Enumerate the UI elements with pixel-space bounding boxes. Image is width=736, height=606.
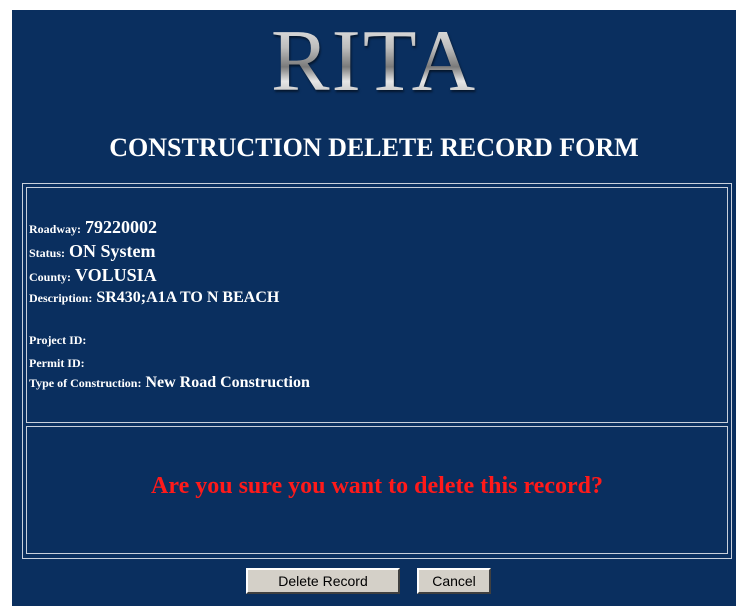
delete-record-button[interactable]: Delete Record	[246, 568, 400, 594]
status-row: Status: ON System	[29, 241, 156, 262]
construction-type-row: Type of Construction: New Road Construct…	[29, 374, 310, 392]
project-id-row: Project ID:	[29, 331, 86, 349]
description-value: SR430;A1A TO N BEACH	[96, 289, 280, 306]
permit-id-label: Permit ID:	[29, 356, 85, 370]
roadway-value: 79220002	[85, 217, 158, 237]
rita-logo: RITA	[12, 14, 736, 110]
delete-confirmation-message: Are you sure you want to delete this rec…	[151, 473, 603, 499]
description-row: Description: SR430;A1A TO N BEACH	[29, 289, 279, 307]
page-title: CONSTRUCTION DELETE RECORD FORM	[109, 133, 639, 162]
county-label: County:	[29, 270, 72, 284]
cancel-button[interactable]: Cancel	[417, 568, 491, 594]
status-label: Status:	[29, 246, 66, 260]
county-row: County: VOLUSIA	[29, 265, 157, 286]
project-id-label: Project ID:	[29, 333, 87, 347]
status-value: ON System	[69, 241, 156, 261]
construction-type-value: New Road Construction	[145, 374, 310, 391]
form-page: RITA CONSTRUCTION DELETE RECORD FORM Roa…	[12, 10, 736, 606]
record-details-panel: Roadway: 79220002 Status: ON System Coun…	[26, 187, 728, 423]
county-value: VOLUSIA	[75, 265, 157, 285]
permit-id-row: Permit ID:	[29, 354, 85, 372]
construction-type-label: Type of Construction:	[29, 376, 142, 390]
confirmation-panel: Are you sure you want to delete this rec…	[26, 426, 728, 554]
description-label: Description:	[29, 291, 93, 305]
roadway-row: Roadway: 79220002	[29, 217, 157, 238]
roadway-label: Roadway:	[29, 222, 82, 236]
